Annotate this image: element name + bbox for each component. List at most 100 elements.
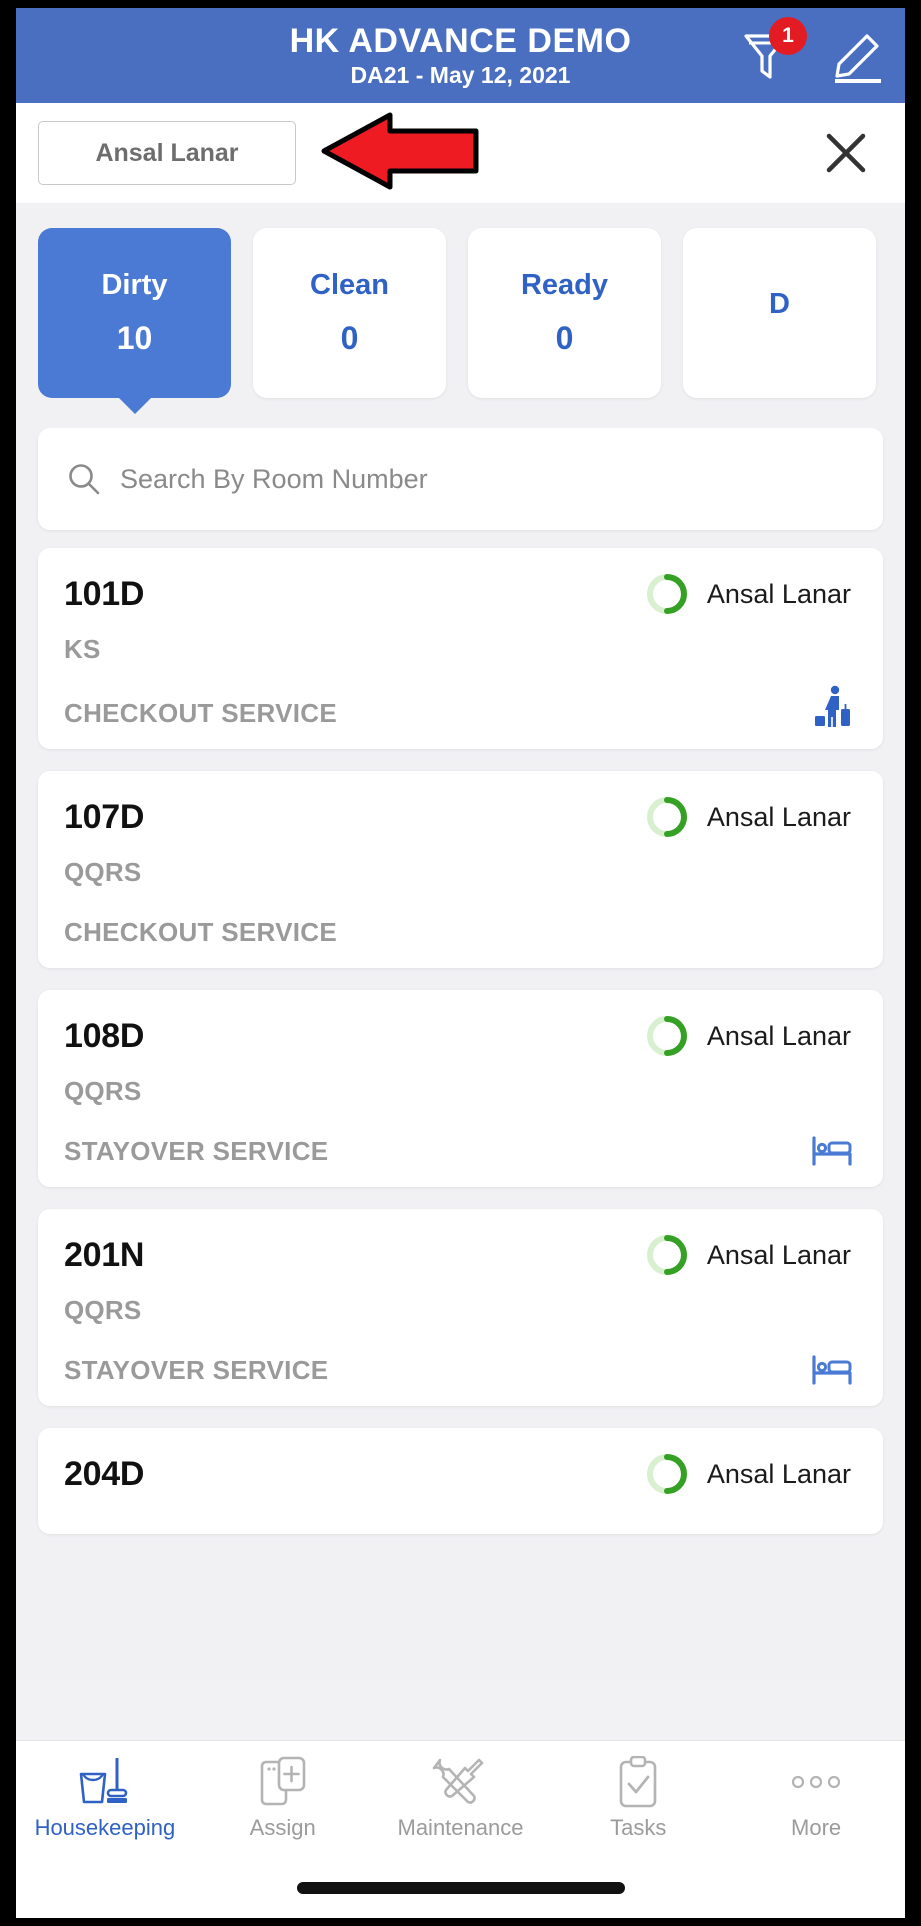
room-type: QQRS <box>64 857 142 887</box>
progress-ring-icon <box>646 1235 687 1275</box>
status-tabs: Dirty 10 Clean 0 Ready 0 D <box>38 228 905 398</box>
status-tab-dirty[interactable]: Dirty 10 <box>38 228 231 398</box>
room-card-header: 204D Ansal Lanar <box>64 1450 857 1498</box>
room-assignee-name: Ansal Lanar <box>706 578 851 609</box>
room-service: CHECKOUT SERVICE <box>64 698 338 728</box>
bucket-mop-icon-glyph <box>79 1758 128 1804</box>
room-card[interactable]: 107D Ansal Lanar QQRS CHECKOUT SERVICE <box>38 771 883 968</box>
progress-ring-icon <box>646 797 687 837</box>
search-icon <box>69 464 100 495</box>
hammer-wrench-icon <box>432 1755 488 1809</box>
bottom-nav-items: Housekeeping Assign Maintenance Tasks Mo… <box>16 1741 905 1859</box>
nav-label: Housekeeping <box>34 1815 176 1840</box>
progress-ring-icon <box>646 1016 687 1056</box>
status-tab-ready[interactable]: Ready 0 <box>468 228 661 398</box>
status-tab-label: Ready <box>520 269 609 301</box>
bucket-mop-icon <box>77 1755 133 1809</box>
progress-ring-icon <box>646 1454 687 1494</box>
progress-ring-icon <box>646 574 687 614</box>
app-screen: HK ADVANCE DEMO DA21 - May 12, 2021 1 An… <box>16 8 905 1918</box>
room-service: STAYOVER SERVICE <box>64 1355 329 1385</box>
three-dots-icon <box>786 1755 846 1809</box>
room-card[interactable]: 201N Ansal Lanar QQRS STAYOVER SERVICE <box>38 1209 883 1406</box>
status-tabs-scroller[interactable]: Dirty 10 Clean 0 Ready 0 D <box>16 203 905 428</box>
room-card[interactable]: 108D Ansal Lanar QQRS STAYOVER SERVICE <box>38 990 883 1187</box>
room-card-header: 108D Ansal Lanar <box>64 1012 857 1060</box>
edit-button[interactable] <box>831 28 885 84</box>
page-title: HK ADVANCE DEMO <box>289 22 632 61</box>
nav-label: Maintenance <box>397 1815 524 1840</box>
room-card-header: 101D Ansal Lanar <box>64 570 857 618</box>
room-type: QQRS <box>64 1076 142 1106</box>
status-tab-label: D <box>769 287 790 320</box>
room-type: KS <box>64 634 101 664</box>
status-tab-count: 10 <box>116 320 153 356</box>
header-titles: HK ADVANCE DEMO DA21 - May 12, 2021 <box>290 22 632 89</box>
header-actions: 1 <box>743 8 885 103</box>
room-service: CHECKOUT SERVICE <box>64 917 338 947</box>
home-indicator <box>296 1882 625 1894</box>
nav-item-housekeeping[interactable]: Housekeeping <box>16 1755 194 1859</box>
room-assignee-name: Ansal Lanar <box>706 1239 851 1270</box>
status-tab-clean[interactable]: Clean 0 <box>253 228 446 398</box>
status-tab-label: Clean <box>310 269 389 301</box>
search-bar[interactable] <box>38 428 883 530</box>
close-x-icon <box>826 133 866 173</box>
room-assignee: Ansal Lanar <box>643 793 857 841</box>
bottom-navigation: Housekeeping Assign Maintenance Tasks Mo… <box>16 1740 905 1918</box>
assign-card-plus-icon-glyph <box>260 1756 305 1806</box>
assign-card-plus-icon <box>259 1755 307 1809</box>
status-tab-partial[interactable]: D <box>683 228 876 398</box>
clipboard-check-icon-glyph <box>619 1756 657 1808</box>
pencil-edit-icon <box>835 33 881 83</box>
room-number: 107D <box>64 797 145 836</box>
bed-icon <box>811 1135 857 1167</box>
nav-item-assign[interactable]: Assign <box>194 1755 372 1859</box>
nav-label: More <box>791 1815 842 1840</box>
room-card[interactable]: 204D Ansal Lanar <box>38 1428 883 1534</box>
device-frame: HK ADVANCE DEMO DA21 - May 12, 2021 1 An… <box>0 0 921 1926</box>
room-number: 101D <box>64 574 145 613</box>
status-tab-label: Dirty <box>101 269 168 301</box>
room-assignee: Ansal Lanar <box>643 570 857 618</box>
room-assignee-name: Ansal Lanar <box>706 1458 851 1489</box>
room-list: 101D Ansal Lanar KS CHECKOUT SERVICE <box>16 428 905 1679</box>
room-card-footer: STAYOVER SERVICE <box>64 1127 857 1167</box>
room-assignee: Ansal Lanar <box>643 1231 857 1279</box>
status-tab-count: 0 <box>555 320 574 356</box>
filter-badge: 1 <box>769 16 807 55</box>
nav-label: Assign <box>249 1815 316 1840</box>
clipboard-check-icon <box>615 1755 661 1809</box>
room-card-footer: STAYOVER SERVICE <box>64 1346 857 1386</box>
room-service: STAYOVER SERVICE <box>64 1136 329 1166</box>
room-card[interactable]: 101D Ansal Lanar KS CHECKOUT SERVICE <box>38 548 883 749</box>
nav-item-tasks[interactable]: Tasks <box>549 1755 727 1859</box>
nav-label: Tasks <box>610 1815 667 1840</box>
annotation-red-arrow <box>321 112 479 190</box>
filter-chip-ansal-lanar[interactable]: Ansal Lanar <box>38 121 296 185</box>
nav-item-more[interactable]: More <box>727 1755 905 1859</box>
nav-item-maintenance[interactable]: Maintenance <box>372 1755 550 1859</box>
close-filter-button[interactable] <box>823 130 869 176</box>
room-assignee: Ansal Lanar <box>643 1450 857 1498</box>
status-tab-count: 0 <box>340 320 359 356</box>
room-number: 108D <box>64 1016 145 1055</box>
room-card-header: 107D Ansal Lanar <box>64 793 857 841</box>
filter-button[interactable]: 1 <box>743 16 807 82</box>
hammer-wrench-icon-glyph <box>433 1758 484 1804</box>
room-number: 204D <box>64 1454 145 1493</box>
header-subtitle: DA21 - May 12, 2021 <box>350 62 571 89</box>
filter-chip-label: Ansal Lanar <box>95 138 239 167</box>
filter-chip-bar: Ansal Lanar <box>16 103 905 203</box>
search-input[interactable] <box>120 463 855 495</box>
bed-icon-glyph <box>812 1355 852 1385</box>
room-card-footer: CHECKOUT SERVICE <box>64 685 857 729</box>
app-header: HK ADVANCE DEMO DA21 - May 12, 2021 1 <box>16 8 905 103</box>
room-number: 201N <box>64 1235 145 1274</box>
room-card-header: 201N Ansal Lanar <box>64 1231 857 1279</box>
three-dots-icon-glyph <box>791 1775 841 1789</box>
bed-icon-glyph <box>812 1136 852 1166</box>
room-assignee-name: Ansal Lanar <box>706 801 851 832</box>
room-assignee: Ansal Lanar <box>643 1012 857 1060</box>
room-type: QQRS <box>64 1295 142 1325</box>
